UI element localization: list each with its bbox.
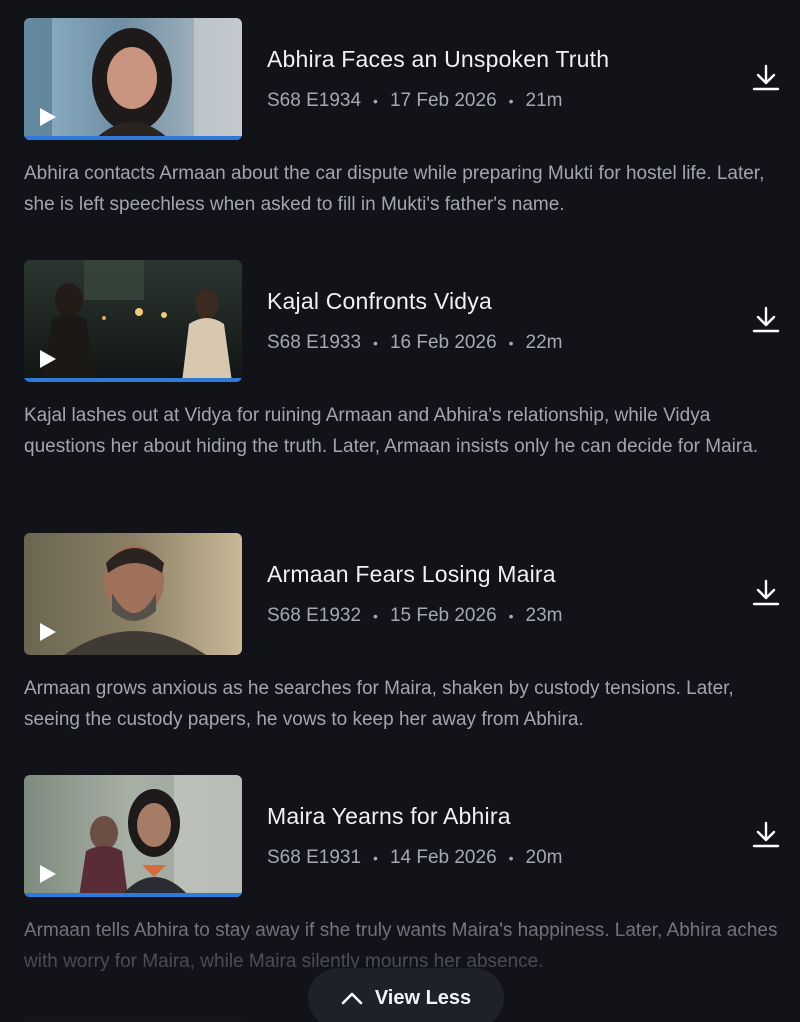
thumbnail-image bbox=[24, 775, 242, 897]
thumbnail-image bbox=[24, 18, 242, 140]
episode-date: 15 Feb 2026 bbox=[389, 605, 497, 626]
episode-code: S68 E1934 bbox=[267, 90, 362, 111]
episode-date: 16 Feb 2026 bbox=[389, 332, 497, 353]
episode-date: 14 Feb 2026 bbox=[389, 847, 497, 868]
episode-description: Kajal lashes out at Vidya for ruining Ar… bbox=[24, 405, 759, 457]
play-icon bbox=[40, 350, 56, 368]
episode-thumbnail[interactable] bbox=[24, 775, 242, 897]
episode-code: S68 E1932 bbox=[267, 605, 362, 626]
play-icon bbox=[40, 623, 56, 641]
episode-code: S68 E1931 bbox=[267, 847, 362, 868]
episode-title[interactable]: Maira Yearns for Abhira bbox=[267, 803, 511, 830]
meta-separator: • bbox=[508, 93, 514, 109]
thumbnail-image bbox=[24, 533, 242, 655]
thumbnail-image bbox=[24, 260, 242, 382]
episode-thumbnail[interactable] bbox=[24, 533, 242, 655]
download-icon[interactable] bbox=[750, 304, 782, 336]
episode-duration: 23m bbox=[525, 605, 563, 626]
episode-duration: 20m bbox=[525, 847, 563, 868]
episode-code: S68 E1933 bbox=[267, 332, 362, 353]
watch-progress-bar bbox=[24, 378, 242, 382]
watch-progress-bar bbox=[24, 893, 242, 897]
meta-separator: • bbox=[373, 93, 378, 109]
episode-duration: 22m bbox=[525, 332, 563, 353]
meta-separator: • bbox=[373, 608, 378, 624]
episode-description: Abhira contacts Armaan about the car dis… bbox=[24, 163, 765, 215]
download-icon[interactable] bbox=[750, 62, 782, 94]
episode-meta: S68 E1931 • 14 Feb 2026 • 20m bbox=[267, 847, 563, 869]
episode-thumbnail[interactable] bbox=[24, 260, 242, 382]
episode-meta: S68 E1932 • 15 Feb 2026 • 23m bbox=[267, 605, 563, 627]
meta-separator: • bbox=[508, 850, 514, 866]
play-icon bbox=[40, 865, 56, 883]
watch-progress-bar bbox=[24, 136, 242, 140]
episode-thumbnail[interactable] bbox=[24, 18, 242, 140]
chevron-up-icon bbox=[341, 992, 363, 1005]
download-icon[interactable] bbox=[750, 577, 782, 609]
view-less-button[interactable]: View Less bbox=[308, 968, 504, 1022]
episode-date: 17 Feb 2026 bbox=[389, 90, 497, 111]
episode-meta: S68 E1933 • 16 Feb 2026 • 22m bbox=[267, 332, 563, 354]
download-icon[interactable] bbox=[750, 819, 782, 851]
meta-separator: • bbox=[373, 335, 378, 351]
episode-duration: 21m bbox=[525, 90, 563, 111]
episode-title[interactable]: Abhira Faces an Unspoken Truth bbox=[267, 46, 609, 73]
meta-separator: • bbox=[373, 850, 378, 866]
episode-meta: S68 E1934 • 17 Feb 2026 • 21m bbox=[267, 90, 563, 112]
view-less-label: View Less bbox=[374, 986, 472, 1009]
episode-description: Armaan grows anxious as he searches for … bbox=[24, 678, 734, 730]
meta-separator: • bbox=[508, 335, 514, 351]
play-icon bbox=[40, 108, 56, 126]
meta-separator: • bbox=[508, 608, 514, 624]
episode-title[interactable]: Kajal Confronts Vidya bbox=[267, 288, 492, 315]
episode-list: Abhira Faces an Unspoken Truth S68 E1934… bbox=[0, 0, 800, 1022]
episode-title[interactable]: Armaan Fears Losing Maira bbox=[267, 561, 556, 588]
next-episode-thumbnail bbox=[24, 1016, 242, 1022]
